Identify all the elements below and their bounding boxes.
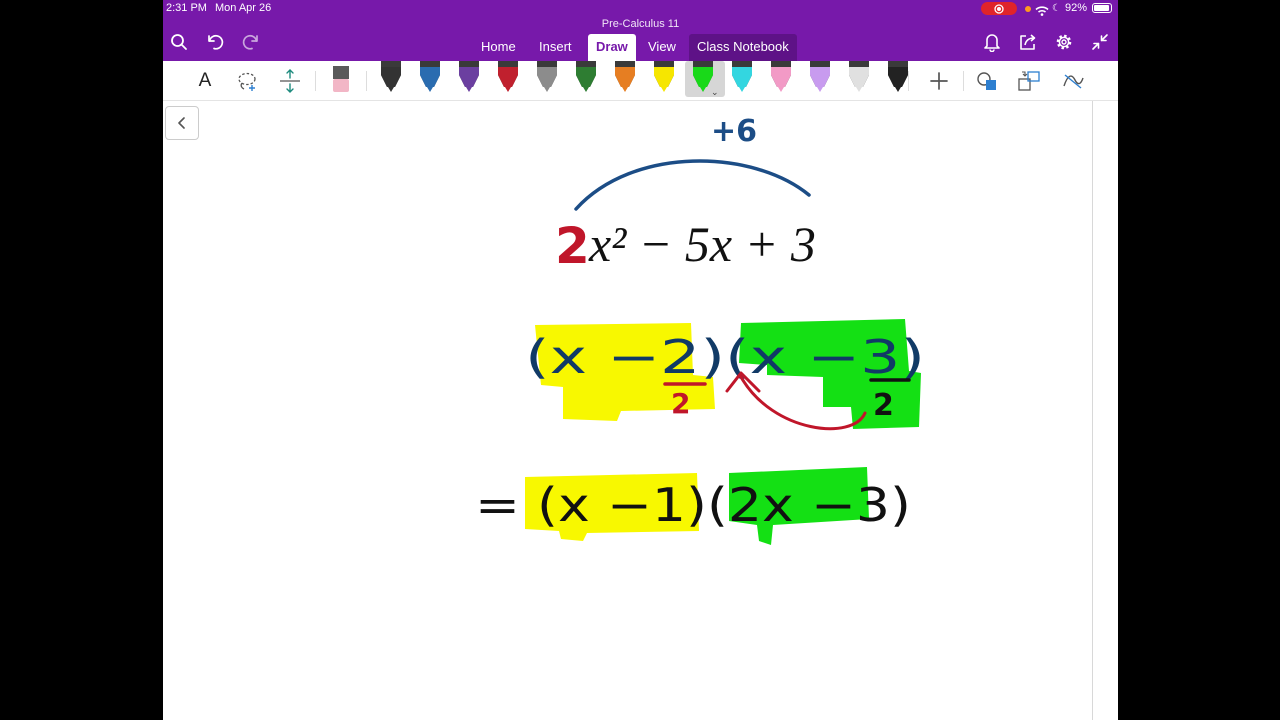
bell-icon[interactable] — [980, 30, 1004, 54]
ribbon-divider — [315, 71, 316, 91]
expression-coefficient: 2 — [555, 217, 590, 275]
pen-9[interactable] — [693, 61, 713, 92]
add-space-icon[interactable] — [276, 61, 304, 101]
note-top-label: +6 — [711, 114, 757, 149]
ink-arc — [574, 159, 811, 211]
title-bar: 2:31 PM Mon Apr 26 ☾ 92% Pre-Calculus 11… — [163, 0, 1118, 61]
collapse-icon[interactable] — [1088, 30, 1112, 54]
redo-icon[interactable] — [239, 30, 263, 54]
search-icon[interactable] — [167, 30, 191, 54]
pen-11[interactable] — [771, 61, 791, 92]
undo-icon[interactable] — [203, 30, 227, 54]
ribbon-divider — [908, 71, 909, 91]
eraser-icon[interactable] — [329, 61, 353, 101]
pen-7[interactable] — [615, 61, 635, 92]
pen-14[interactable] — [888, 61, 908, 92]
expression-text: x² − 5x + 3 — [588, 216, 816, 272]
pen-8[interactable] — [654, 61, 674, 92]
draw-ribbon: A ⌄ — [163, 61, 1118, 101]
battery-percent: 92% — [1065, 2, 1088, 14]
pen-5[interactable] — [537, 61, 557, 92]
lasso-select-icon[interactable] — [233, 61, 261, 101]
pen-4[interactable] — [498, 61, 518, 92]
tab-draw[interactable]: Draw — [588, 34, 636, 61]
tab-insert[interactable]: Insert — [531, 34, 580, 61]
pen-12[interactable] — [810, 61, 830, 92]
shapes-icon[interactable] — [973, 61, 1001, 101]
document-title: Pre-Calculus 11 — [601, 18, 680, 30]
ink-to-shape-icon[interactable] — [1015, 61, 1043, 101]
moon-icon: ☾ — [1052, 3, 1061, 14]
gear-icon[interactable] — [1052, 30, 1076, 54]
share-icon[interactable] — [1016, 30, 1040, 54]
type-text-tool[interactable]: A — [191, 61, 219, 101]
divisor-right: 2 — [873, 388, 894, 423]
status-time: 2:31 PM — [166, 2, 207, 14]
pen-palette — [381, 61, 908, 92]
orange-dot-icon — [1025, 6, 1031, 12]
factor-line-1: (x −2)(x −3) — [525, 330, 925, 384]
pen-2[interactable] — [420, 61, 440, 92]
pen-1[interactable] — [381, 61, 401, 92]
divisor-left: 2 — [671, 387, 690, 420]
note-canvas[interactable]: +6 2 x² − 5x + 3 (x −2)(x −3) 2 2 = (x −… — [163, 101, 1118, 720]
screen-record-icon — [981, 2, 1017, 15]
status-date: Mon Apr 26 — [215, 2, 272, 14]
tab-class-notebook[interactable]: Class Notebook — [689, 34, 797, 61]
math-ink-icon[interactable] — [1059, 61, 1087, 101]
ribbon-divider — [366, 71, 367, 91]
tab-home[interactable]: Home — [473, 34, 524, 61]
tab-view[interactable]: View — [640, 34, 684, 61]
onenote-window: 2:31 PM Mon Apr 26 ☾ 92% Pre-Calculus 11… — [163, 0, 1118, 720]
add-pen-icon[interactable] — [925, 61, 953, 101]
pen-3[interactable] — [459, 61, 479, 92]
ribbon-divider — [963, 71, 964, 91]
factor-line-2: = (x −1)(2x −3) — [475, 478, 911, 532]
pen-6[interactable] — [576, 61, 596, 92]
battery-icon — [1092, 3, 1112, 13]
pen-10[interactable] — [732, 61, 752, 92]
pen-13[interactable] — [849, 61, 869, 92]
